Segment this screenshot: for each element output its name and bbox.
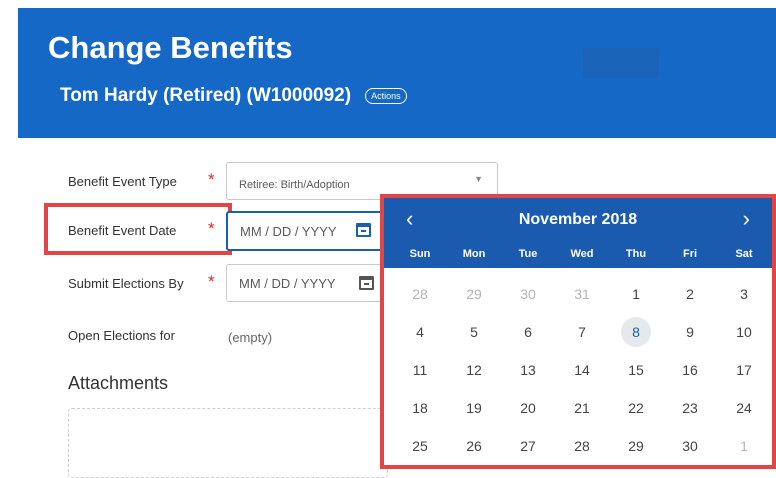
calendar-day[interactable]: 1 [729,431,759,461]
calendar-day[interactable]: 10 [729,317,759,347]
actions-button[interactable]: Actions [365,88,407,104]
weekday-header: Sun [409,248,431,260]
calendar-day[interactable]: 6 [513,317,543,347]
benefit-event-date-placeholder: MM / DD / YYYY [240,224,337,239]
weekday-header: Wed [570,248,594,260]
required-marker: * [208,170,215,189]
page-header [18,8,776,138]
calendar-day[interactable]: 19 [459,393,489,423]
weekday-header: Sat [735,248,753,260]
calendar-day[interactable]: 26 [459,431,489,461]
calendar-icon[interactable] [359,276,374,290]
benefit-event-date-input[interactable]: MM / DD / YYYY [226,211,386,251]
calendar-day[interactable]: 15 [621,355,651,385]
calendar-day[interactable]: 13 [513,355,543,385]
attachments-drop-zone[interactable] [68,408,388,478]
attachments-heading: Attachments [68,373,169,393]
calendar-day[interactable]: 25 [405,431,435,461]
calendar-day[interactable]: 29 [459,279,489,309]
benefit-event-type-value: Retiree: Birth/Adoption [239,179,350,191]
calendar-day[interactable]: 12 [459,355,489,385]
calendar-day[interactable]: 17 [729,355,759,385]
calendar-day[interactable]: 1 [621,279,651,309]
calendar-day[interactable]: 21 [567,393,597,423]
open-elections-label: Open Elections for [68,328,175,343]
calendar-month-label: November 2018 [518,211,638,228]
weekday-header: Mon [462,248,486,260]
open-elections-value: (empty) [228,330,273,345]
required-marker: * [208,219,215,238]
calendar-day[interactable]: 24 [729,393,759,423]
chevron-right-icon[interactable]: › [743,205,750,233]
calendar-day[interactable]: 28 [405,279,435,309]
calendar-day[interactable]: 7 [567,317,597,347]
calendar-day[interactable]: 8 [621,317,651,347]
calendar-day[interactable]: 22 [621,393,651,423]
calendar-day[interactable]: 18 [405,393,435,423]
calendar-day[interactable]: 5 [459,317,489,347]
calendar-day[interactable]: 9 [675,317,705,347]
calendar-day[interactable]: 27 [513,431,543,461]
calendar-day[interactable]: 31 [567,279,597,309]
worker-subtitle: Tom Hardy (Retired) (W1000092) Actions [60,85,407,107]
calendar-day[interactable]: 23 [675,393,705,423]
calendar-day[interactable]: 3 [729,279,759,309]
benefit-event-date-label: Benefit Event Date [68,223,177,238]
calendar-day[interactable]: 29 [621,431,651,461]
benefit-event-type-label: Benefit Event Type [68,174,177,189]
chevron-down-icon: ▼ [474,174,483,184]
calendar-day[interactable]: 28 [567,431,597,461]
calendar-day[interactable]: 11 [405,355,435,385]
calendar-day[interactable]: 20 [513,393,543,423]
header-decoration [583,48,659,78]
calendar-icon[interactable] [356,223,371,237]
page-title: Change Benefits [48,30,293,65]
weekday-header: Fri [682,248,698,260]
calendar-day[interactable]: 4 [405,317,435,347]
worker-name: Tom Hardy (Retired) (W1000092) [60,85,352,106]
calendar-day[interactable]: 2 [675,279,705,309]
weekday-header: Thu [625,248,647,260]
submit-elections-by-placeholder: MM / DD / YYYY [239,276,336,291]
calendar-day[interactable]: 30 [675,431,705,461]
calendar-day[interactable]: 14 [567,355,597,385]
submit-elections-by-input[interactable]: MM / DD / YYYY [226,264,386,302]
required-marker: * [208,272,215,291]
calendar-day[interactable]: 30 [513,279,543,309]
date-picker-popup: ‹ November 2018 › Sun Mon Tue Wed Thu Fri Sat 2… [380,194,776,469]
submit-elections-by-label: Submit Elections By [68,276,184,291]
weekday-header: Tue [518,248,538,260]
calendar-day[interactable]: 16 [675,355,705,385]
